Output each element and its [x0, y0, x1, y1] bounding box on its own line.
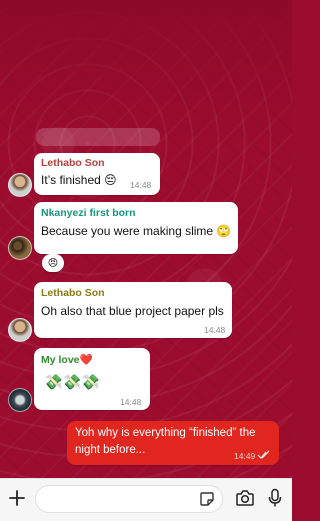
- message-bubble[interactable]: Lethabo Son Oh also that blue project pa…: [34, 282, 232, 338]
- avatar-nkanyezi[interactable]: [8, 236, 32, 260]
- avatar-lethabo[interactable]: [8, 318, 32, 342]
- message-time: 14:48: [120, 397, 142, 407]
- message-sender: Lethabo Son: [41, 157, 105, 169]
- message-sender: My love❤️: [41, 354, 93, 366]
- camera-icon[interactable]: [234, 487, 256, 509]
- message-sender: Nkanyezi first born: [41, 207, 136, 219]
- message-time: 14:48: [204, 325, 226, 335]
- message-time: 14:48: [130, 180, 152, 190]
- read-ticks-icon: [257, 450, 271, 460]
- message-bubble[interactable]: Nkanyezi first born Because you were mak…: [34, 202, 238, 254]
- previous-message-fragment: [36, 128, 160, 146]
- outgoing-message-bubble[interactable]: Yoh why is everything “finished” the nig…: [67, 421, 279, 465]
- message-text: Oh also that blue project paper pls: [41, 304, 224, 318]
- avatar-lethabo[interactable]: [8, 173, 32, 197]
- wallpaper-fade: [0, 0, 292, 140]
- message-reaction[interactable]: 😠: [42, 254, 64, 272]
- plus-icon[interactable]: [6, 487, 28, 509]
- message-text: 💸💸💸: [44, 374, 101, 391]
- message-time: 14:49: [234, 451, 256, 461]
- reaction-emoji: 😠: [47, 257, 59, 269]
- message-text-line-1: Yoh why is everything “finished” the: [75, 427, 256, 439]
- message-bubble[interactable]: My love❤️ 💸💸💸 14:48: [34, 348, 150, 410]
- sticker-icon[interactable]: [198, 490, 216, 508]
- message-text: Because you were making slime 🙄: [41, 224, 232, 238]
- message-text: It’s finished 😔: [41, 173, 117, 187]
- message-sender: Lethabo Son: [41, 287, 105, 299]
- avatar-my-love[interactable]: [8, 388, 32, 412]
- message-composer: [0, 478, 292, 521]
- message-input[interactable]: [35, 485, 223, 513]
- message-text-line-2: night before...: [75, 444, 146, 456]
- message-bubble[interactable]: Lethabo Son It’s finished 😔 14:48: [34, 153, 160, 195]
- microphone-icon[interactable]: [264, 487, 286, 509]
